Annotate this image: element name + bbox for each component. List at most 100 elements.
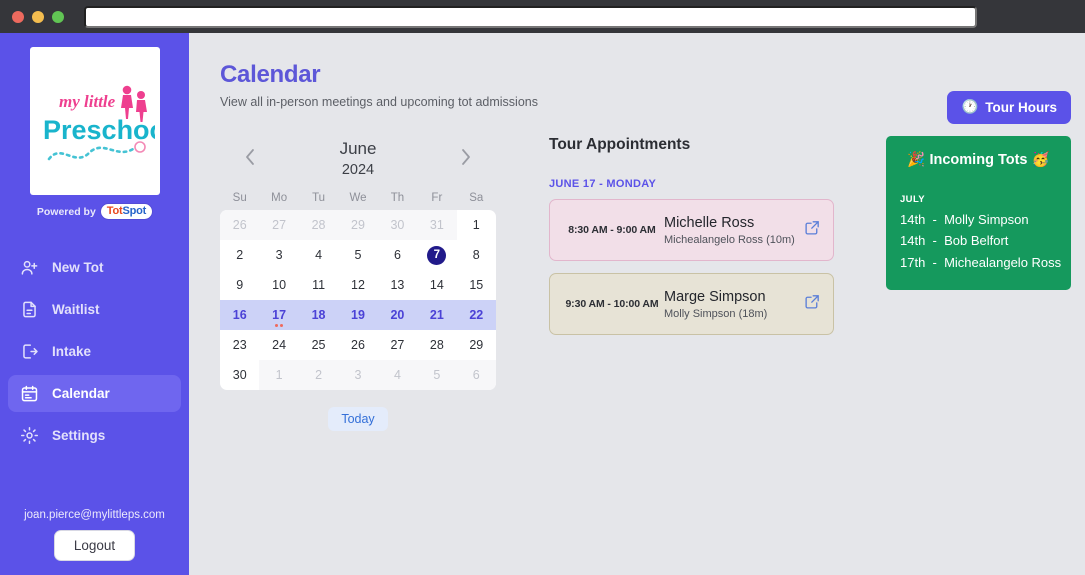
- calendar-day-cell[interactable]: 17: [259, 300, 299, 330]
- calendar-day-number: 24: [272, 338, 287, 352]
- window-controls: [12, 10, 64, 23]
- calendar-day-number: 10: [272, 278, 287, 292]
- calendar-day-cell[interactable]: 22: [456, 300, 496, 330]
- chevron-left-icon[interactable]: [242, 146, 258, 173]
- calendar-day-number: 27: [390, 338, 405, 352]
- calendar-day-cell[interactable]: 3: [338, 360, 378, 390]
- appointment-card[interactable]: 9:30 AM - 10:00 AM Marge Simpson Molly Sim…: [549, 273, 834, 335]
- calendar-event-dot: [275, 324, 279, 327]
- logout-button[interactable]: Logout: [53, 530, 136, 561]
- calendar-day-cell[interactable]: 8: [457, 240, 496, 270]
- calendar-day-number: 11: [312, 278, 326, 292]
- sidebar-item-label: Settings: [52, 428, 106, 443]
- sidebar-item-label: Waitlist: [52, 302, 100, 317]
- calendar-day-cell[interactable]: 7: [417, 240, 456, 270]
- calendar-day-cell[interactable]: 16: [220, 300, 260, 330]
- sidebar-item-settings[interactable]: Settings: [8, 417, 181, 454]
- sidebar-item-intake[interactable]: Intake: [8, 333, 181, 370]
- sidebar-item-calendar[interactable]: Calendar: [8, 375, 181, 412]
- calendar-day-cell[interactable]: 9: [220, 270, 259, 300]
- calendar-dow-we: We: [349, 192, 367, 204]
- calendar-day-number: 23: [232, 338, 247, 352]
- sidebar-item-waitlist[interactable]: Waitlist: [8, 291, 181, 328]
- calendar-day-cell[interactable]: 29: [338, 210, 378, 240]
- incoming-tots-card: 🎉 Incoming Tots 🥳 JULY 14th - Molly Simp…: [886, 136, 1071, 291]
- external-link-icon[interactable]: [804, 293, 821, 315]
- calendar-day-cell[interactable]: 3: [259, 240, 298, 270]
- calendar-day-cell[interactable]: 25: [299, 330, 338, 360]
- calendar-event-dots: [275, 324, 284, 327]
- sidebar: my little Preschool Powered by TotSpot: [0, 33, 189, 575]
- calendar-dow-tu: Tu: [312, 192, 326, 204]
- maximize-window-button[interactable]: [52, 10, 64, 23]
- calendar-day-cell[interactable]: 6: [378, 240, 417, 270]
- calendar-day-cell[interactable]: 10: [259, 270, 298, 300]
- calendar-day-number: 19: [351, 308, 365, 322]
- appointment-card[interactable]: 8:30 AM - 9:00 AM Michelle Ross Michealang…: [549, 199, 834, 261]
- calendar-day-cell[interactable]: 11: [299, 270, 338, 300]
- calendar-day-cell[interactable]: 4: [299, 240, 338, 270]
- appointment-parent-name: Michelle Ross: [664, 214, 755, 231]
- calendar-day-number: 27: [272, 218, 287, 232]
- calendar-month: June: [339, 138, 377, 158]
- chevron-right-icon[interactable]: [458, 146, 474, 173]
- calendar-day-cell[interactable]: 2: [298, 360, 339, 390]
- calendar-day-cell[interactable]: 4: [377, 360, 418, 390]
- calendar-day-cell[interactable]: 28: [298, 210, 339, 240]
- calendar-day-number: 26: [232, 218, 247, 232]
- calendar-day-cell[interactable]: 15: [457, 270, 496, 300]
- tour-hours-button[interactable]: 🕐 Tour Hours: [947, 91, 1071, 124]
- calendar-day-cell[interactable]: 6: [456, 360, 496, 390]
- sidebar-item-new-tot[interactable]: New Tot: [8, 249, 181, 286]
- calendar-day-cell[interactable]: 1: [259, 360, 299, 390]
- svg-text:my little: my little: [59, 92, 116, 111]
- incoming-tot-day: 14th: [900, 212, 926, 227]
- calendar-day-cell[interactable]: 30: [220, 360, 259, 390]
- incoming-tot-day: 17th: [900, 254, 926, 270]
- calendar-day-cell[interactable]: 5: [338, 240, 377, 270]
- tour-appointments-panel: Tour Appointments JUNE 17 - MONDAY 8:30 …: [549, 136, 834, 431]
- calendar-day-cell[interactable]: 27: [378, 330, 417, 360]
- calendar-day-cell[interactable]: 28: [417, 330, 456, 360]
- address-bar[interactable]: [84, 5, 977, 28]
- calendar-day-number: 15: [469, 278, 484, 292]
- close-window-button[interactable]: [12, 10, 24, 23]
- calendar-day-cell[interactable]: 20: [377, 300, 418, 330]
- calendar-day-cell[interactable]: 1: [457, 210, 496, 240]
- calendar-day-cell[interactable]: 30: [377, 210, 418, 240]
- calendar-day-cell[interactable]: 5: [417, 360, 457, 390]
- appointment-time: 8:30 AM - 9:00 AM: [568, 224, 656, 236]
- calendar-widget: June 2024 Su Mo Tu We Th Fr Sa 26 27 28 29 30 31 1 2 3…: [220, 136, 496, 431]
- calendar-day-cell[interactable]: 27: [259, 210, 299, 240]
- calendar-day-cell[interactable]: 31: [417, 210, 457, 240]
- calendar-day-cell[interactable]: 26: [220, 210, 260, 240]
- calendar-day-number: 16: [232, 308, 247, 322]
- calendar-day-cell[interactable]: 21: [417, 300, 457, 330]
- appointment-details: Michelle Ross Michealangelo Ross (10m): [664, 214, 798, 246]
- calendar-day-cell[interactable]: 12: [338, 270, 377, 300]
- appointment-child-name: Molly Simpson (18m): [664, 308, 768, 321]
- calendar-day-cell[interactable]: 26: [338, 330, 377, 360]
- calendar-day-cell[interactable]: 24: [259, 330, 298, 360]
- calendar-header: June 2024: [220, 136, 496, 182]
- calendar-day-cell[interactable]: 19: [338, 300, 378, 330]
- incoming-tot-separator: -: [925, 212, 945, 227]
- calendar-day-cell[interactable]: 14: [417, 270, 456, 300]
- incoming-tot-separator: -: [925, 233, 945, 249]
- calendar-day-cell[interactable]: 13: [378, 270, 417, 300]
- today-button[interactable]: Today: [328, 407, 388, 431]
- calendar-day-cell[interactable]: 23: [220, 330, 259, 360]
- incoming-tot-name: Michealangelo Ross: [944, 254, 1062, 270]
- calendar-day-cell[interactable]: 29: [457, 330, 496, 360]
- minimize-window-button[interactable]: [32, 10, 44, 23]
- external-link-icon[interactable]: [804, 219, 821, 241]
- calendar-day-cell[interactable]: 18: [298, 300, 339, 330]
- incoming-tot-row: 14th - Bob Belfort: [900, 230, 1057, 251]
- calendar-month-year: June 2024: [340, 139, 377, 179]
- incoming-tots-month: JULY: [900, 194, 926, 205]
- appointment-parent-name: Marge Simpson: [664, 288, 766, 305]
- calendar-day-number: 28: [429, 338, 444, 352]
- calendar-day-cell[interactable]: 2: [220, 240, 259, 270]
- calendar-year: 2024: [341, 161, 375, 178]
- calendar-day-number: 30: [390, 218, 405, 232]
